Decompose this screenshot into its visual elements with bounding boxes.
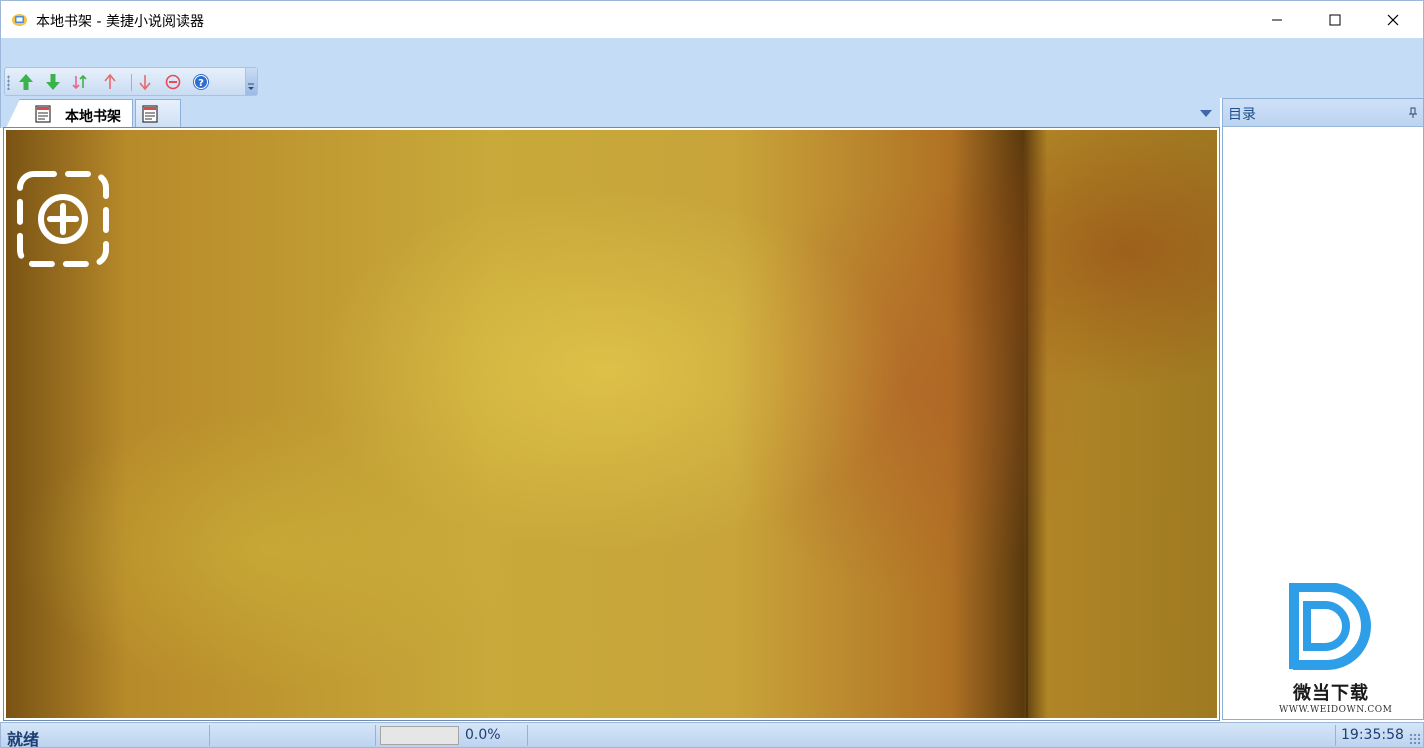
toolbar-grip[interactable] (7, 75, 10, 90)
status-bar: 就绪 0.0% 19:35:58 (0, 722, 1424, 748)
move-up-button[interactable] (16, 72, 36, 92)
watermark-logo: 微当下载 WWW.WEIDOWN.COM (1275, 582, 1405, 718)
move-down-button[interactable] (43, 72, 63, 92)
sort-button[interactable] (70, 72, 90, 92)
panel-header: 目录 (1223, 99, 1423, 127)
shelf-divider (1026, 130, 1028, 718)
maximize-icon (1329, 14, 1341, 26)
tab-bar: 本地书架 (0, 98, 1220, 128)
status-separator (527, 725, 528, 746)
help-icon: ? (193, 74, 209, 90)
move-bottom-icon (139, 75, 151, 91)
panel-title: 目录 (1228, 107, 1256, 123)
move-bottom-button[interactable] (135, 72, 155, 92)
window-title: 本地书架 - 美捷小说阅读器 (36, 14, 204, 30)
help-button[interactable]: ? (191, 72, 211, 92)
title-bar: 本地书架 - 美捷小说阅读器 (0, 0, 1424, 38)
tab-label: 本地书架 (65, 109, 121, 125)
sort-icon (72, 74, 87, 90)
remove-button[interactable] (163, 72, 183, 92)
status-separator (209, 725, 210, 746)
tab-list-dropdown-icon[interactable] (1200, 110, 1212, 117)
maximize-button[interactable] (1306, 1, 1364, 39)
status-separator (1335, 725, 1336, 746)
tab-local-bookshelf[interactable]: 本地书架 (6, 99, 133, 128)
chevron-down-icon (248, 83, 254, 90)
toolbar-overflow-button[interactable] (245, 68, 257, 95)
watermark-text: 微当下载 (1293, 683, 1369, 704)
watermark-url: WWW.WEIDOWN.COM (1279, 705, 1393, 715)
toolbar-separator (131, 74, 132, 91)
status-separator (375, 725, 376, 746)
minimize-button[interactable] (1248, 1, 1306, 39)
progress-bar (380, 726, 459, 745)
move-down-icon (46, 74, 60, 90)
remove-icon (165, 74, 181, 90)
bookshelf-area[interactable] (3, 127, 1220, 721)
add-book-icon[interactable] (16, 170, 110, 268)
close-icon (1387, 14, 1399, 26)
document-icon (35, 105, 51, 123)
status-clock: 19:35:58 (1341, 727, 1404, 743)
svg-text:?: ? (198, 78, 204, 89)
weidown-logo-icon (1289, 582, 1371, 670)
document-icon (142, 105, 158, 123)
book-app-icon (12, 14, 27, 26)
progress-label: 0.0% (465, 727, 501, 743)
pin-icon[interactable] (1408, 107, 1418, 119)
status-text: 就绪 (7, 730, 40, 748)
tab-untitled[interactable] (135, 99, 181, 127)
move-top-icon (104, 73, 116, 89)
move-top-button[interactable] (100, 72, 120, 92)
toolbar: ? (4, 67, 258, 96)
minimize-icon (1272, 19, 1282, 21)
resize-grip[interactable] (1409, 733, 1421, 745)
close-button[interactable] (1364, 1, 1422, 39)
catalog-panel: 目录 微当下载 WWW.WEIDOWN.COM (1222, 98, 1424, 720)
move-up-icon (19, 74, 33, 90)
